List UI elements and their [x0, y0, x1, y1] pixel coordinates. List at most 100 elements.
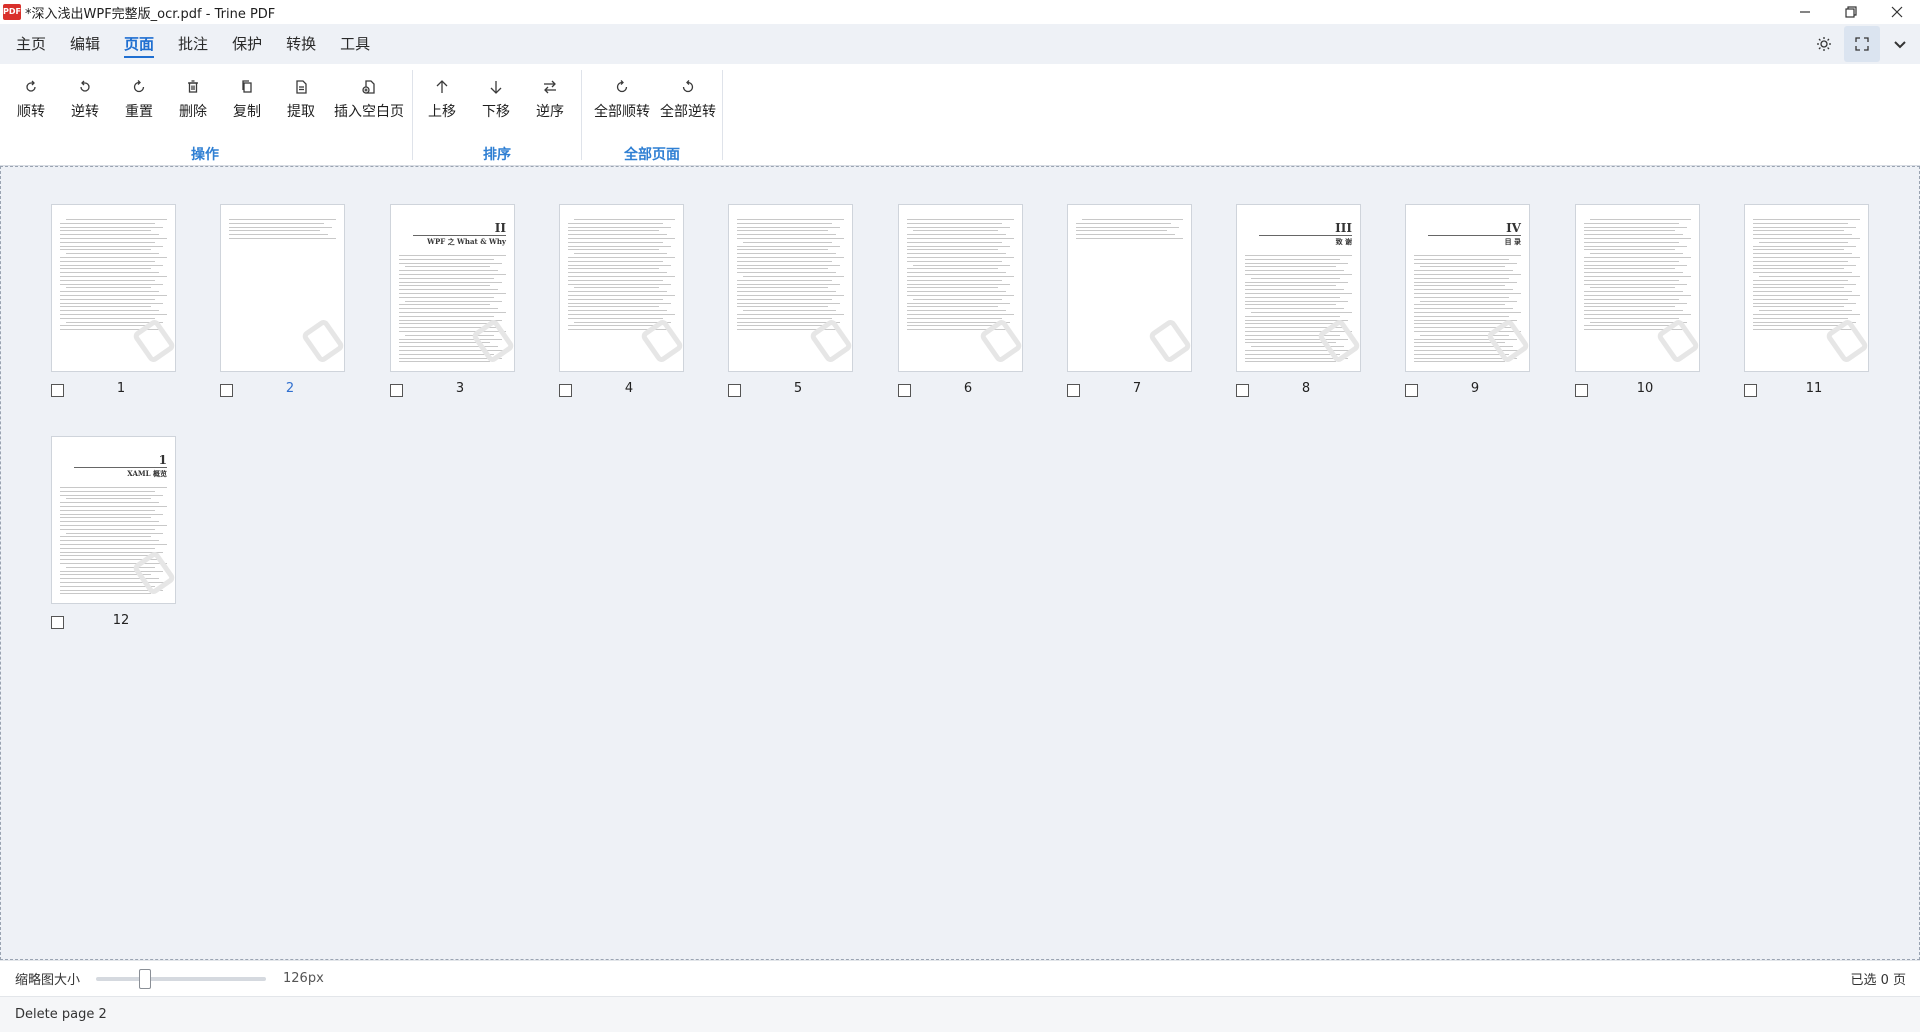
- ribbon-group-operations: 顺转 逆转 重置 删除 复制 提取 插入空白页 操作: [0, 64, 410, 166]
- rotate-cw-icon: [26, 80, 36, 92]
- page-preview[interactable]: [1744, 204, 1869, 372]
- page-number: 1: [116, 381, 126, 396]
- page-heading-number: III: [1335, 221, 1352, 235]
- page-heading-title: 目 录: [1504, 237, 1521, 246]
- tab-tools[interactable]: 工具: [330, 24, 380, 64]
- page-number: 10: [1636, 381, 1654, 396]
- fullscreen-icon: [1855, 37, 1869, 51]
- page-number: 3: [455, 381, 465, 396]
- rotate-cw-label: 顺转: [17, 104, 45, 120]
- page-preview[interactable]: [1067, 204, 1192, 372]
- page-preview[interactable]: [559, 204, 684, 372]
- page-thumbnail[interactable]: 10: [1575, 204, 1700, 397]
- page-thumbnail[interactable]: 7: [1067, 204, 1192, 397]
- move-down-label: 下移: [482, 104, 510, 120]
- insert-blank-page-button[interactable]: 插入空白页: [334, 76, 404, 121]
- page-number: 11: [1805, 381, 1823, 396]
- rotate-cw-button[interactable]: 顺转: [14, 76, 48, 121]
- page-number: 8: [1301, 381, 1311, 396]
- ribbon-separator: [722, 70, 723, 160]
- delete-button[interactable]: 删除: [176, 76, 210, 121]
- page-thumbnail[interactable]: IV 目 录 9: [1405, 204, 1530, 397]
- page-thumbnail[interactable]: 5: [728, 204, 853, 397]
- minimize-icon: [1800, 11, 1810, 13]
- thumbnail-size-slider[interactable]: [96, 977, 266, 981]
- page-number: 7: [1132, 381, 1142, 396]
- page-preview[interactable]: [728, 204, 853, 372]
- page-preview[interactable]: [1575, 204, 1700, 372]
- collapse-ribbon-button[interactable]: [1882, 26, 1918, 62]
- rotate-all-ccw-icon: [682, 80, 694, 93]
- restore-icon: [1845, 6, 1857, 18]
- app-icon: PDF: [3, 4, 21, 20]
- page-thumbnail[interactable]: 2: [220, 204, 345, 397]
- tab-home[interactable]: 主页: [6, 24, 56, 64]
- page-thumbnail[interactable]: II WPF 之 What & Why 3: [390, 204, 515, 397]
- copy-button[interactable]: 复制: [230, 76, 264, 121]
- move-up-label: 上移: [428, 104, 456, 120]
- page-preview[interactable]: 1 XAML 概览: [51, 436, 176, 604]
- reset-button[interactable]: 重置: [122, 76, 156, 121]
- delete-label: 删除: [179, 104, 207, 120]
- tab-pages[interactable]: 页面: [114, 24, 164, 64]
- window-title: *深入浅出WPF完整版_ocr.pdf - Trine PDF: [25, 6, 276, 22]
- page-thumbnail[interactable]: 1: [51, 204, 176, 397]
- page-number: 6: [963, 381, 973, 396]
- extract-button[interactable]: 提取: [284, 76, 318, 121]
- tab-protect[interactable]: 保护: [222, 24, 272, 64]
- reverse-order-button[interactable]: 逆序: [533, 76, 567, 121]
- ribbon-group-label-all-pages: 全部页面: [624, 147, 680, 163]
- reverse-order-label: 逆序: [536, 104, 564, 120]
- page-thumbnail-grid: 1 2 II WPF 之 What & Why 3 4 5 6 7 III 致 谢 8 IV 目 录 9 10…: [0, 166, 1920, 960]
- page-heading-title: XAML 概览: [127, 469, 167, 478]
- close-button[interactable]: [1874, 0, 1920, 24]
- rotate-all-ccw-button[interactable]: 全部逆转: [658, 76, 718, 121]
- menu-bar: 主页 编辑 页面 批注 保护 转换 工具: [0, 24, 1920, 64]
- rotate-all-cw-button[interactable]: 全部顺转: [592, 76, 652, 121]
- trash-icon: [188, 80, 198, 93]
- arrow-up-icon: [436, 80, 448, 93]
- ribbon: 顺转 逆转 重置 删除 复制 提取 插入空白页 操作 上移 下移 逆序 排序 全…: [0, 64, 1920, 166]
- reset-icon: [133, 80, 145, 93]
- watermark-icon: [300, 317, 344, 365]
- page-thumbnail[interactable]: 1 XAML 概览 12: [51, 436, 176, 629]
- restore-button[interactable]: [1828, 0, 1874, 24]
- chevron-down-icon: [1894, 41, 1906, 49]
- tab-annotate[interactable]: 批注: [168, 24, 218, 64]
- insert-page-icon: [362, 80, 375, 94]
- page-number: 12: [112, 613, 130, 628]
- page-heading-title: WPF 之 What & Why: [427, 237, 506, 246]
- page-thumbnail[interactable]: 11: [1744, 204, 1869, 397]
- status-bar: Delete page 2: [0, 996, 1920, 1032]
- thumbnail-size-bar: 缩略图大小 126px 已选 0 页: [0, 960, 1920, 996]
- rotate-all-ccw-label: 全部逆转: [660, 104, 716, 120]
- slider-handle[interactable]: [139, 969, 151, 989]
- arrow-down-icon: [490, 81, 502, 94]
- page-preview[interactable]: [898, 204, 1023, 372]
- page-heading-number: 1: [158, 453, 167, 467]
- move-down-button[interactable]: 下移: [479, 76, 513, 121]
- move-up-button[interactable]: 上移: [425, 76, 459, 121]
- page-preview[interactable]: IV 目 录: [1405, 204, 1530, 372]
- menu-right-tools: [1806, 24, 1920, 64]
- watermark-icon: [1147, 317, 1191, 365]
- page-number: 2: [285, 381, 295, 396]
- page-thumbnail[interactable]: III 致 谢 8: [1236, 204, 1361, 397]
- tab-edit[interactable]: 编辑: [60, 24, 110, 64]
- minimize-button[interactable]: [1782, 0, 1828, 24]
- ribbon-group-all-pages: 全部顺转 全部逆转 全部页面: [582, 64, 722, 166]
- page-preview[interactable]: [220, 204, 345, 372]
- page-thumbnail[interactable]: 4: [559, 204, 684, 397]
- copy-label: 复制: [233, 104, 261, 120]
- selected-pages-count: 已选 0 页: [1850, 973, 1906, 988]
- page-number: 5: [793, 381, 803, 396]
- tab-convert[interactable]: 转换: [276, 24, 326, 64]
- rotate-ccw-button[interactable]: 逆转: [68, 76, 102, 121]
- page-thumbnail[interactable]: 6: [898, 204, 1023, 397]
- fullscreen-button[interactable]: [1844, 26, 1880, 62]
- page-preview[interactable]: [51, 204, 176, 372]
- page-preview[interactable]: II WPF 之 What & Why: [390, 204, 515, 372]
- page-preview[interactable]: III 致 谢: [1236, 204, 1361, 372]
- theme-button[interactable]: [1806, 26, 1842, 62]
- page-heading-title: 致 谢: [1335, 237, 1352, 246]
